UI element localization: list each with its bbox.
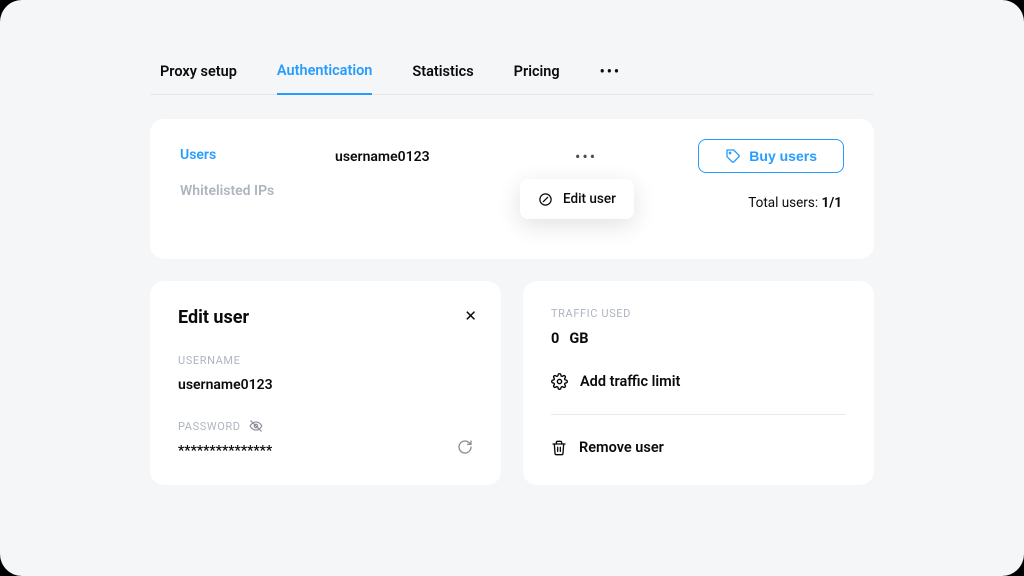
tag-icon (725, 148, 741, 164)
auth-subnav: Users Whitelisted IPs (180, 147, 335, 199)
traffic-used-value: 0 GB (551, 330, 846, 347)
eye-off-icon[interactable] (249, 419, 263, 433)
close-icon[interactable]: ✕ (464, 307, 477, 325)
remove-user-label: Remove user (579, 439, 664, 456)
user-actions-panel: TRAFFIC USED 0 GB Add traffic limit (523, 281, 874, 485)
username-field-label: USERNAME (178, 354, 473, 367)
user-row-more-icon[interactable]: ••• (575, 149, 597, 165)
tab-proxy-setup[interactable]: Proxy setup (160, 51, 237, 94)
trash-icon (551, 440, 567, 456)
refresh-icon[interactable] (457, 439, 473, 455)
total-users-text: Total users: 1/1 (748, 195, 842, 211)
traffic-used-label: TRAFFIC USED (551, 307, 846, 320)
subnav-users[interactable]: Users (180, 147, 335, 163)
add-traffic-limit-button[interactable]: Add traffic limit (551, 373, 846, 390)
buy-users-label: Buy users (749, 148, 817, 164)
edit-user-popover[interactable]: Edit user (520, 179, 634, 219)
tab-more[interactable]: ••• (600, 51, 621, 94)
edit-user-title: Edit user (178, 307, 473, 328)
users-card: Users Whitelisted IPs username0123 ••• B… (150, 119, 874, 259)
primary-tabs: Proxy setup Authentication Statistics Pr… (150, 50, 874, 95)
gear-icon (551, 373, 568, 390)
edit-user-panel: Edit user ✕ USERNAME username0123 PASSWO… (150, 281, 501, 485)
remove-user-button[interactable]: Remove user (551, 439, 846, 456)
user-username: username0123 (335, 147, 430, 199)
tab-pricing[interactable]: Pricing (514, 51, 560, 94)
username-field-value: username0123 (178, 377, 473, 393)
buy-users-button[interactable]: Buy users (698, 139, 844, 173)
subnav-whitelisted-ips[interactable]: Whitelisted IPs (180, 183, 335, 199)
panel-divider (551, 414, 846, 415)
app-stage: Proxy setup Authentication Statistics Pr… (0, 0, 1024, 576)
tab-statistics[interactable]: Statistics (412, 51, 473, 94)
edit-icon (538, 192, 553, 207)
password-field-label: PASSWORD (178, 419, 473, 433)
detail-panels: Edit user ✕ USERNAME username0123 PASSWO… (150, 281, 874, 485)
password-field-value: *************** (178, 443, 473, 459)
tab-authentication[interactable]: Authentication (277, 50, 373, 95)
add-traffic-limit-label: Add traffic limit (580, 373, 680, 390)
edit-user-popover-label: Edit user (563, 191, 616, 207)
